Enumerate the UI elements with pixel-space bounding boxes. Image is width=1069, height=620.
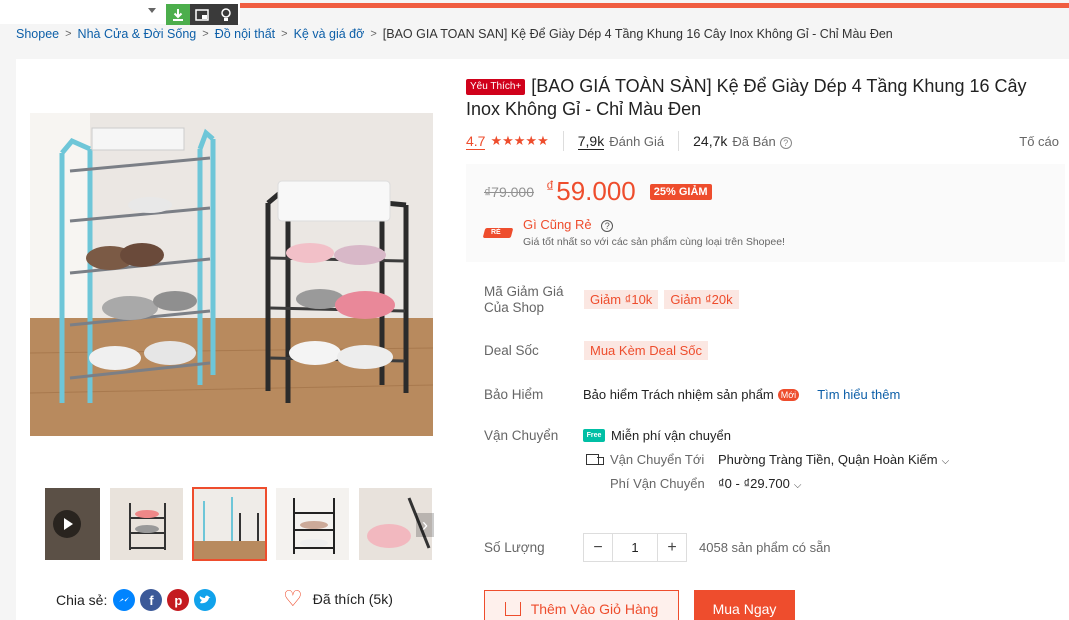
learn-more-link[interactable]: Tìm hiểu thêm bbox=[817, 387, 900, 402]
increase-button[interactable]: + bbox=[658, 534, 686, 561]
thumbnail-3[interactable] bbox=[275, 487, 350, 561]
help-icon[interactable]: ? bbox=[779, 136, 792, 149]
buy-now-button[interactable]: Mua Ngay bbox=[694, 590, 795, 620]
facebook-icon[interactable]: f bbox=[140, 589, 163, 611]
breadcrumb-link-home-living[interactable]: Nhà Cửa & Đời Sống bbox=[78, 27, 197, 41]
ship-fee-select[interactable]: ₫0 - ₫29.700 ⌵ bbox=[718, 476, 801, 491]
discount-badge: 25% GIẢM bbox=[649, 183, 712, 200]
chevron-down-icon: ⌵ bbox=[941, 456, 950, 467]
chevron-down-icon: ⌵ bbox=[793, 480, 802, 491]
current-price: ₫59.000 bbox=[546, 176, 636, 206]
product-title: [BAO GIÁ TOÀN SÀN] Kệ Để Giày Dép 4 Tầng… bbox=[466, 76, 1027, 119]
cart-icon bbox=[504, 602, 521, 616]
quantity-stepper: − 1 + bbox=[583, 533, 687, 562]
breadcrumb-current: [BAO GIA TOAN SAN] Kệ Để Giày Dép 4 Tầng… bbox=[382, 27, 893, 41]
price-box: ₫79.000 ₫59.000 25% GIẢM RẺ Gì Cũng Rẻ ?… bbox=[466, 164, 1065, 262]
dropdown-arrow-icon[interactable] bbox=[148, 8, 156, 13]
divider bbox=[562, 131, 564, 151]
new-badge: Mới bbox=[777, 388, 800, 401]
product-stats: 4.7 ★★★★★ 7,9k Đánh Giá 24,7k Đã Bán? Tố… bbox=[466, 131, 1059, 151]
play-icon[interactable] bbox=[53, 510, 81, 538]
chevron-right-icon[interactable]: › bbox=[416, 513, 434, 537]
shipping-label: Vận Chuyển bbox=[484, 428, 559, 443]
voucher-chip-20k[interactable]: Giảm ₫20k bbox=[664, 290, 739, 309]
quantity-label: Số Lượng bbox=[484, 540, 545, 555]
thumbnail-1[interactable] bbox=[109, 487, 184, 561]
report-link[interactable]: Tố cáo bbox=[1019, 134, 1059, 149]
cheap-description: Giá tốt nhất so với các sản phẩm cùng lo… bbox=[523, 236, 785, 248]
deal-label: Deal Sốc bbox=[484, 343, 539, 358]
voucher-chip-10k[interactable]: Giảm ₫10k bbox=[584, 290, 659, 309]
extension-bar bbox=[0, 0, 240, 25]
extension-buttons bbox=[166, 4, 238, 25]
like-count: Đã thích (5k) bbox=[312, 591, 393, 607]
chevron-right-icon: > bbox=[202, 28, 209, 40]
insurance-label: Bảo Hiểm bbox=[484, 387, 544, 402]
breadcrumb: Shopee > Nhà Cửa & Đời Sống > Đồ nội thấ… bbox=[16, 25, 893, 43]
thumbnail-video[interactable] bbox=[44, 487, 101, 561]
pinterest-icon[interactable]: p bbox=[167, 589, 190, 611]
ship-to-select[interactable]: Phường Tràng Tiền, Quận Hoàn Kiếm ⌵ bbox=[718, 452, 949, 467]
product-main-image[interactable] bbox=[30, 113, 433, 436]
breadcrumb-link-shelves[interactable]: Kệ và giá đỡ bbox=[294, 27, 365, 41]
favorite-plus-badge: Yêu Thích+ bbox=[466, 79, 526, 95]
add-to-cart-button[interactable]: Thêm Vào Giỏ Hàng bbox=[484, 590, 679, 620]
insurance-row: Bảo hiểm Trách nhiệm sản phẩm Mới Tìm hi… bbox=[583, 387, 900, 402]
lightbulb-icon[interactable] bbox=[214, 4, 238, 25]
ship-fee-row: Phí Vận Chuyển ₫0 - ₫29.700 ⌵ bbox=[610, 476, 801, 491]
breadcrumb-link-home[interactable]: Shopee bbox=[16, 27, 59, 41]
chevron-right-icon: > bbox=[370, 28, 377, 40]
cheap-program: RẺ Gì Cũng Rẻ ? Giá tốt nhất so với các … bbox=[484, 216, 785, 248]
free-shipping-row: Free Miễn phí vận chuyển bbox=[583, 428, 731, 443]
rating-stars: ★★★★★ bbox=[490, 133, 549, 148]
ship-to-row: Vận Chuyển Tới Phường Tràng Tiền, Quận H… bbox=[586, 452, 949, 467]
free-shipping-text: Miễn phí vận chuyển bbox=[611, 428, 731, 443]
share-section: Chia sẻ: f p bbox=[56, 589, 221, 611]
picture-in-picture-icon[interactable] bbox=[190, 4, 214, 25]
insurance-text: Bảo hiểm Trách nhiệm sản phẩm bbox=[583, 387, 774, 402]
like-button[interactable]: ♡ Đã thích (5k) bbox=[283, 588, 393, 610]
product-title-block: Yêu Thích+ [BAO GIÁ TOÀN SÀN] Kệ Để Giày … bbox=[466, 75, 1056, 121]
twitter-icon[interactable] bbox=[194, 589, 217, 611]
cheap-title[interactable]: Gì Cũng Rẻ ? bbox=[523, 216, 785, 234]
chevron-right-icon: > bbox=[65, 28, 72, 40]
add-to-cart-label: Thêm Vào Giỏ Hàng bbox=[530, 601, 659, 617]
stock-count: 4058 sản phẩm có sẵn bbox=[699, 540, 831, 555]
thumbnail-strip bbox=[30, 487, 433, 561]
ship-fee-label: Phí Vận Chuyển bbox=[610, 476, 705, 491]
sold-label: Đã Bán? bbox=[732, 134, 792, 149]
thumbnail-2-active[interactable] bbox=[192, 487, 267, 561]
ship-to-label: Vận Chuyển Tới bbox=[610, 452, 705, 467]
sold-count: 24,7k bbox=[693, 133, 728, 149]
messenger-icon[interactable] bbox=[113, 589, 136, 611]
truck-icon bbox=[586, 453, 604, 467]
cheap-logo-icon: RẺ bbox=[484, 226, 512, 246]
free-shipping-icon: Free bbox=[583, 429, 605, 442]
download-icon[interactable] bbox=[166, 4, 190, 25]
decrease-button[interactable]: − bbox=[584, 534, 612, 561]
chevron-right-icon: > bbox=[281, 28, 288, 40]
price-row: ₫79.000 ₫59.000 25% GIẢM bbox=[484, 176, 712, 207]
original-price: ₫79.000 bbox=[484, 183, 535, 200]
quantity-input[interactable]: 1 bbox=[612, 534, 658, 561]
reviews-label: Đánh Giá bbox=[609, 133, 665, 149]
deal-chip[interactable]: Mua Kèm Deal Sốc bbox=[584, 341, 708, 360]
heart-icon[interactable]: ♡ bbox=[283, 588, 303, 610]
breadcrumb-link-furniture[interactable]: Đồ nội thất bbox=[215, 27, 275, 41]
deal-chips: Mua Kèm Deal Sốc bbox=[584, 341, 714, 360]
reviews-count[interactable]: 7,9k bbox=[577, 133, 605, 150]
voucher-label: Mã Giảm Giá Của Shop bbox=[484, 284, 564, 315]
buy-now-label: Mua Ngay bbox=[712, 601, 777, 617]
help-icon[interactable]: ? bbox=[601, 220, 614, 232]
divider bbox=[678, 131, 680, 151]
rating-value[interactable]: 4.7 bbox=[466, 133, 486, 150]
share-label: Chia sẻ: bbox=[56, 592, 108, 608]
voucher-chips: Giảm ₫10k Giảm ₫20k bbox=[584, 290, 745, 309]
